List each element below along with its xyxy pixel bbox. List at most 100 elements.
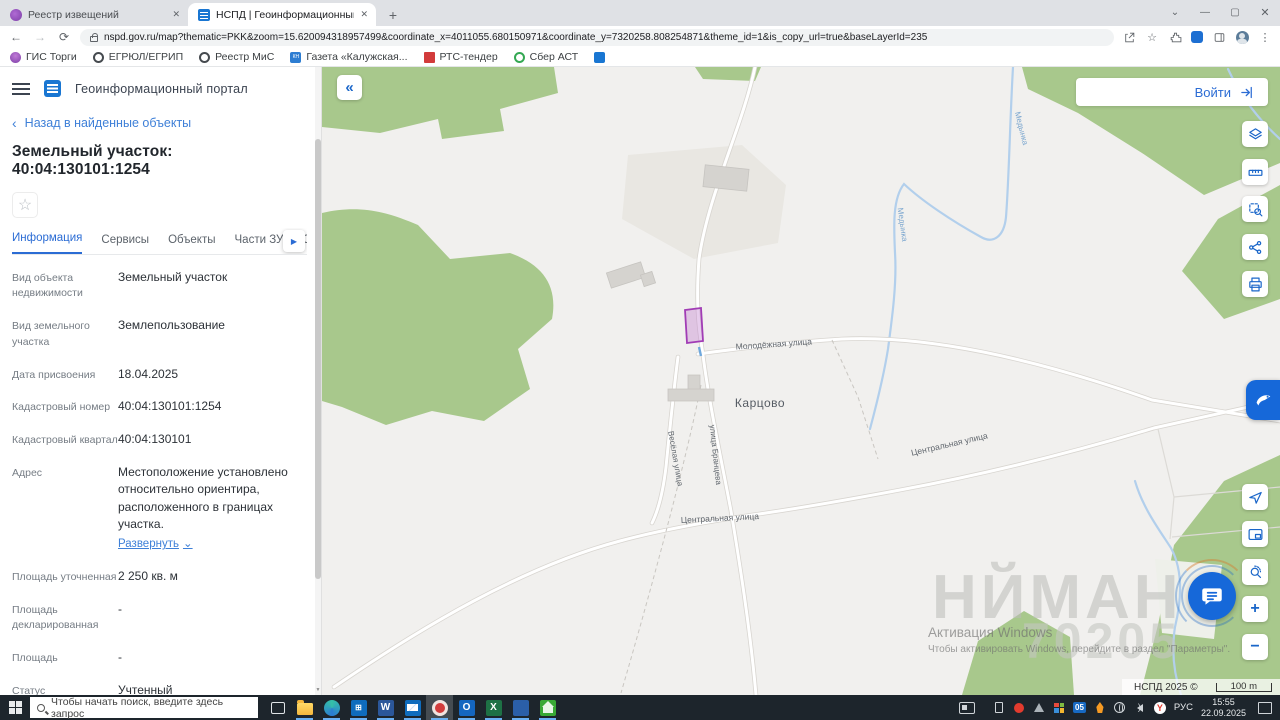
yandex-tray-icon[interactable]: Y xyxy=(1153,701,1166,715)
forward-icon[interactable]: → xyxy=(32,30,48,44)
extensions-icon[interactable] xyxy=(1168,30,1182,44)
geolocation-button[interactable] xyxy=(1242,484,1268,510)
grid-app-icon xyxy=(512,699,529,716)
browser-tab-nspd[interactable]: НСПД | Геоинформационный п ✕ xyxy=(188,3,376,26)
chat-bubble-icon xyxy=(1202,588,1222,605)
map-canvas[interactable]: Карцово Молодёжная улица Центральная ули… xyxy=(322,67,1280,695)
expand-address-link[interactable]: Развернуть ⌄ xyxy=(118,536,193,553)
chat-button[interactable] xyxy=(1188,572,1236,620)
clock-time: 15:55 xyxy=(1212,696,1235,707)
bookmark-egrul[interactable]: ЕГРЮЛ/ЕГРИП xyxy=(92,51,183,63)
nspd-app: Геоинформационный портал ‹ Назад в найде… xyxy=(0,67,1280,695)
bookmark-icon xyxy=(92,51,104,63)
new-tab-button[interactable]: + xyxy=(382,4,404,26)
layers-button[interactable] xyxy=(1242,121,1268,147)
tab-services[interactable]: Сервисы xyxy=(101,234,149,254)
volume-icon[interactable] xyxy=(1134,701,1146,715)
maximize-button[interactable]: ▢ xyxy=(1220,0,1250,26)
start-button[interactable] xyxy=(0,695,30,720)
share-icon[interactable] xyxy=(1122,30,1136,44)
word-button[interactable]: W xyxy=(372,695,399,720)
network-globe-icon[interactable] xyxy=(1114,701,1126,715)
back-to-results-link[interactable]: ‹ Назад в найденные объекты xyxy=(12,116,307,130)
file-explorer-button[interactable] xyxy=(291,695,318,720)
outlook-button[interactable]: O xyxy=(453,695,480,720)
bookmark-star-icon[interactable]: ☆ xyxy=(1145,30,1159,44)
browser-menu-icon[interactable]: ⋮ xyxy=(1258,30,1272,44)
tab-title: Реестр извещений xyxy=(28,8,119,21)
area-search-button[interactable] xyxy=(1242,196,1268,222)
scrollbar-down-arrow[interactable]: ▼ xyxy=(315,687,321,693)
grid-app-button[interactable] xyxy=(507,695,534,720)
task-view-button[interactable] xyxy=(264,695,291,720)
flame-tray-icon[interactable] xyxy=(1094,701,1106,715)
bookmark-sber-ast[interactable]: Сбер АСТ xyxy=(513,51,578,63)
active-app-button[interactable] xyxy=(426,695,453,720)
map-attribution: НСПД 2025 © 100 m xyxy=(1122,679,1280,695)
notification-center-icon[interactable] xyxy=(1258,701,1272,714)
gray-app-tray-icon[interactable] xyxy=(1033,701,1045,715)
tab-close-icon[interactable]: ✕ xyxy=(360,9,368,20)
task-view-icon xyxy=(270,701,285,714)
excel-button[interactable]: X xyxy=(480,695,507,720)
measure-button[interactable] xyxy=(1242,159,1268,185)
sidebar-scrollbar[interactable]: ▼ xyxy=(315,67,321,695)
tab-search-icon[interactable]: ⌄ xyxy=(1160,0,1190,26)
favorite-star-button[interactable]: ☆ xyxy=(12,192,38,218)
extension-app-icon[interactable] xyxy=(1191,31,1203,43)
mail-button[interactable] xyxy=(399,695,426,720)
taskbar-search[interactable]: Чтобы начать поиск, введите здесь запрос xyxy=(30,696,258,720)
sidebar-panel-icon[interactable] xyxy=(1212,30,1226,44)
sidebar-collapse-button[interactable]: « xyxy=(337,75,362,100)
chat-widget[interactable] xyxy=(1175,559,1249,633)
security-tray-icon[interactable] xyxy=(1053,701,1065,715)
bookmark-reestr-mis[interactable]: Реестр МиС xyxy=(199,51,274,63)
nspd-panel-button[interactable] xyxy=(1246,380,1280,420)
red-app-tray-icon[interactable] xyxy=(1013,701,1025,715)
bookmark-rts-tender[interactable]: РТС-тендер xyxy=(423,51,498,63)
map-area[interactable]: Карцово Молодёжная улица Центральная ули… xyxy=(322,67,1280,695)
login-button[interactable]: Войти xyxy=(1076,78,1268,106)
place-label: Карцово xyxy=(735,396,785,410)
o5-tray-icon[interactable]: 05 xyxy=(1073,701,1086,715)
tab-information[interactable]: Информация xyxy=(12,232,83,254)
minimap-button[interactable] xyxy=(1242,521,1268,547)
share-map-button[interactable] xyxy=(1242,234,1268,260)
clock[interactable]: 15:55 22.09.2025 xyxy=(1201,697,1246,719)
store-button[interactable]: ⊞ xyxy=(345,695,372,720)
zoom-out-button[interactable]: − xyxy=(1242,634,1268,660)
excel-icon: X xyxy=(485,699,502,716)
edge-button[interactable] xyxy=(318,695,345,720)
print-button[interactable] xyxy=(1242,271,1268,297)
hamburger-menu-icon[interactable] xyxy=(12,82,30,95)
scrollbar-thumb[interactable] xyxy=(315,139,321,579)
url-text: nspd.gov.ru/map?thematic=PKK&zoom=15.620… xyxy=(104,31,928,43)
tab-parts[interactable]: Части ЗУ xyxy=(235,234,284,254)
close-button[interactable]: ✕ xyxy=(1250,0,1280,26)
portal-logo-icon xyxy=(44,80,61,97)
usb-tray-icon[interactable] xyxy=(993,701,1005,715)
minimize-button[interactable]: — xyxy=(1190,0,1220,26)
attribution-text: НСПД 2025 © xyxy=(1134,682,1198,693)
address-bar[interactable]: nspd.gov.ru/map?thematic=PKK&zoom=15.620… xyxy=(80,28,1114,46)
reload-icon[interactable]: ⟳ xyxy=(56,30,72,44)
browser-toolbar: ← → ⟳ nspd.gov.ru/map?thematic=PKK&zoom=… xyxy=(0,26,1280,48)
home-app-button[interactable] xyxy=(534,695,561,720)
browser-tab-registry[interactable]: Реестр извещений ✕ xyxy=(0,3,188,26)
bookmark-gis-torgi[interactable]: ГИС Торги xyxy=(10,51,77,63)
windows-taskbar: Чтобы начать поиск, введите здесь запрос… xyxy=(0,695,1280,720)
profile-icon[interactable] xyxy=(1235,30,1249,44)
object-info-list: Вид объекта недвижимости Земельный участо… xyxy=(12,261,307,696)
news-widget-icon[interactable] xyxy=(959,701,976,714)
store-icon: ⊞ xyxy=(350,699,367,716)
mail-icon xyxy=(404,699,421,716)
bookmark-doc[interactable] xyxy=(594,51,606,63)
tab-objects[interactable]: Объекты xyxy=(168,234,215,254)
sidebar-tabs: Информация Сервисы Объекты Части ЗУ Сост… xyxy=(12,228,307,255)
home-app-icon xyxy=(539,699,556,716)
tab-close-icon[interactable]: ✕ xyxy=(172,9,180,20)
tabs-scroll-right-button[interactable]: ▶ xyxy=(283,230,305,252)
bookmark-gazeta[interactable]: КН Газета «Калужская... xyxy=(290,51,408,63)
language-indicator[interactable]: РУС xyxy=(1174,702,1193,713)
back-icon[interactable]: ← xyxy=(8,30,24,44)
